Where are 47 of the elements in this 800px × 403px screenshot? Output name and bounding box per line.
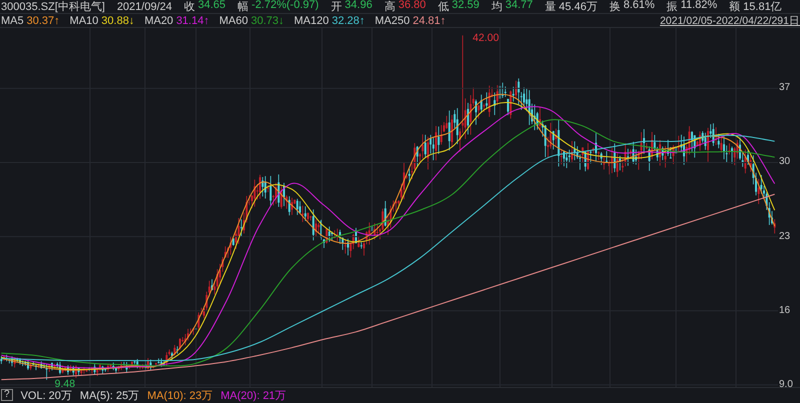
ma-label: MA20 xyxy=(144,14,174,26)
quote-label: 幅 xyxy=(238,0,249,14)
quote-value: 32.59 xyxy=(452,0,480,13)
price-axis-label: 30 xyxy=(779,156,790,168)
ma-label: MA250 xyxy=(374,14,410,26)
high-price-label: 42.00 xyxy=(472,32,499,44)
quote-label: 额 xyxy=(729,0,740,14)
quote-date: 2021/09/24 xyxy=(116,0,172,12)
ma-value: 32.28↑ xyxy=(332,14,365,26)
date-range-link[interactable]: 2021/02/05-2022/04/22/291日 xyxy=(660,14,800,28)
ma-value: 30.73↓ xyxy=(250,14,284,26)
low-price-label: 9.48 xyxy=(54,378,76,390)
ma-label: MA5 xyxy=(1,14,24,26)
quote-label: 开 xyxy=(330,0,342,14)
ma-label: MA60 xyxy=(219,14,248,26)
quote-value: 8.61% xyxy=(623,0,655,13)
ma-label: MA120 xyxy=(294,14,329,26)
quote-label: 低 xyxy=(438,0,449,14)
quote-label: 换 xyxy=(609,0,620,14)
quote-value: 45.46万 xyxy=(558,0,598,14)
help-icon[interactable]: ? xyxy=(1,389,13,401)
volume-stat: MA(10): 23万 xyxy=(147,388,213,402)
quote-value: 36.80 xyxy=(398,0,426,13)
price-axis-label: 16 xyxy=(779,304,790,316)
quote-value: 15.81亿 xyxy=(743,0,782,14)
ma-value: 30.88↓ xyxy=(101,14,134,26)
ma-label: MA10 xyxy=(70,14,98,26)
quote-label: 收 xyxy=(184,0,195,14)
volume-stat: MA(20): 21万 xyxy=(220,388,286,402)
quote-label: 量 xyxy=(544,0,556,14)
volume-stat: MA(5): 25万 xyxy=(80,388,140,402)
ma-value: 30.37↑ xyxy=(26,14,60,26)
ma-value: 24.81↑ xyxy=(412,14,446,26)
price-axis-label: 23 xyxy=(779,230,790,242)
quote-label: 振 xyxy=(666,0,678,14)
quote-value: 11.82% xyxy=(680,0,718,13)
quote-value: 34.96 xyxy=(344,0,372,13)
ma-value: 31.14↑ xyxy=(176,14,210,26)
quote-value: 34.65 xyxy=(198,0,226,13)
quote-label: 高 xyxy=(384,0,396,14)
volume-stat: VOL: 20万 xyxy=(20,388,72,402)
stock-title: 300035.SZ[中科电气] xyxy=(1,0,105,14)
price-axis-label: 9.0 xyxy=(779,378,793,390)
quote-label: 均 xyxy=(491,0,502,14)
quote-value: -2.72%(-0.97) xyxy=(252,0,319,13)
quote-value: 34.77 xyxy=(505,0,533,13)
price-axis-label: 37 xyxy=(779,82,790,94)
